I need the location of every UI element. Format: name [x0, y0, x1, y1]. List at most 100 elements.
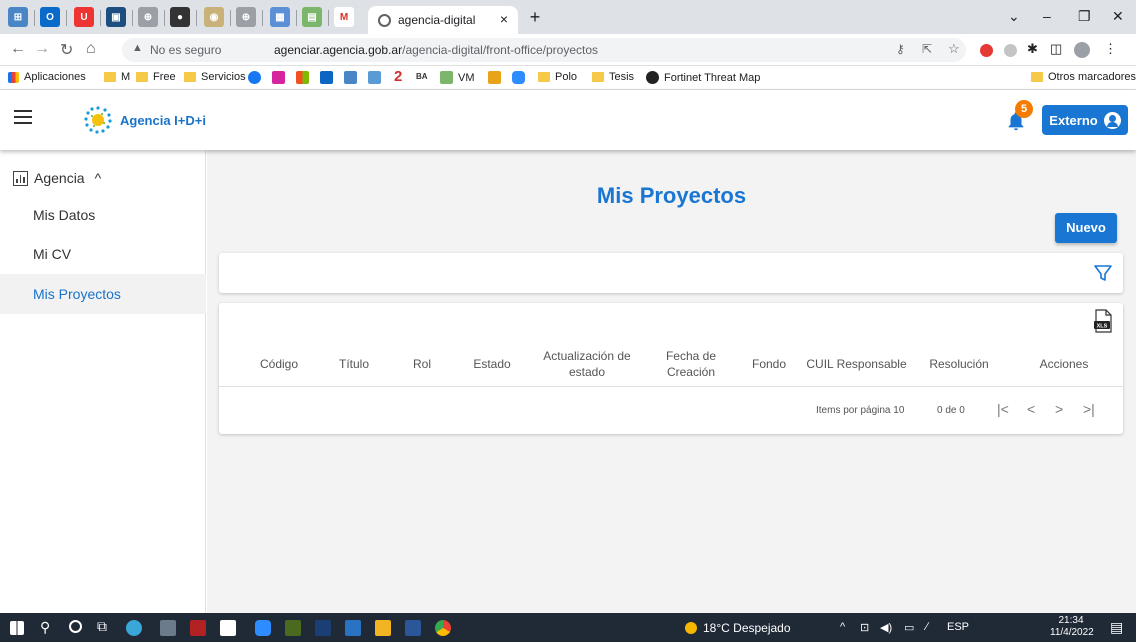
app-icon[interactable] [126, 620, 142, 636]
minimize-icon[interactable]: – [1043, 8, 1051, 24]
adblock-icon[interactable] [980, 44, 993, 57]
notification-center-icon[interactable]: ▤ [1110, 619, 1123, 636]
agencia-logo[interactable] [80, 105, 116, 135]
star-icon[interactable]: ☆ [948, 41, 960, 57]
tray-chevron-icon[interactable]: ^ [840, 621, 845, 633]
close-window-icon[interactable]: ✕ [1112, 8, 1124, 25]
zoom-icon[interactable] [512, 71, 525, 84]
column-header-resolucion[interactable]: Resolución [919, 341, 999, 387]
bookmark-folder[interactable]: Free [136, 71, 176, 83]
calculator-icon[interactable] [160, 620, 176, 636]
word-icon[interactable] [405, 620, 421, 636]
pen-icon[interactable]: ∕ [926, 621, 928, 633]
microsoft-icon[interactable] [296, 71, 309, 84]
column-header-actualizacion[interactable]: Actualización de estado [537, 341, 637, 387]
file-explorer-icon[interactable] [375, 620, 391, 636]
pinned-tab-icon[interactable]: ▦ [270, 7, 290, 27]
bookmark-folder[interactable]: Servicios [184, 71, 246, 83]
column-header-titulo[interactable]: Título [324, 341, 384, 387]
pinned-tab-icon[interactable]: ▤ [302, 7, 322, 27]
sidepanel-icon[interactable]: ◫ [1050, 41, 1062, 57]
security-label[interactable]: No es seguro [150, 43, 221, 57]
task-view-icon[interactable]: ⧉ [97, 618, 107, 635]
filter-icon[interactable] [1093, 263, 1113, 283]
bookmark-icon[interactable]: BA [416, 72, 428, 81]
column-header-fondo[interactable]: Fondo [744, 341, 794, 387]
windows-start-icon[interactable] [10, 621, 24, 635]
first-page-icon[interactable]: |< [997, 401, 1009, 417]
new-project-button[interactable]: Nuevo [1055, 213, 1117, 243]
restore-icon[interactable]: ❐ [1078, 8, 1091, 25]
share-icon[interactable]: ⇱ [922, 42, 932, 56]
key-icon[interactable]: ⚷ [896, 42, 905, 56]
tray-icon[interactable]: ⊡ [860, 621, 869, 634]
bookmark-icon[interactable] [368, 71, 381, 84]
sidebar-item-mis-datos[interactable]: Mis Datos [0, 195, 206, 235]
url-bar[interactable]: ▲ No es seguro agenciar.agencia.gob.ar/a… [122, 38, 966, 62]
app-icon[interactable] [345, 620, 361, 636]
sidebar-item-mi-cv[interactable]: Mi CV [0, 234, 206, 274]
cortana-icon[interactable] [69, 620, 82, 633]
xls-export-icon[interactable]: XLS [1093, 309, 1113, 333]
weather-widget[interactable]: 18°C Despejado [685, 621, 791, 635]
pinned-tab-icon[interactable]: ● [170, 7, 190, 27]
clock[interactable]: 21:34 11/4/2022 [1050, 615, 1094, 639]
pinned-tab-icon[interactable]: O [40, 7, 60, 27]
pinned-tab-icon[interactable]: ⊕ [236, 7, 256, 27]
url-text[interactable]: agenciar.agencia.gob.ar/agencia-digital/… [274, 43, 598, 57]
gmail-icon[interactable]: M [334, 7, 354, 27]
sidebar-item-mis-proyectos[interactable]: Mis Proyectos [0, 274, 206, 314]
language-indicator[interactable]: ESP [947, 621, 969, 633]
network-icon[interactable]: ▭ [904, 621, 914, 634]
user-menu-button[interactable]: Externo [1042, 105, 1128, 135]
bookmark-folder[interactable]: M [104, 71, 130, 83]
bookmark-icon[interactable]: 2 [394, 68, 402, 85]
pinned-tab-icon[interactable]: ⊞ [8, 7, 28, 27]
column-header-estado[interactable]: Estado [462, 341, 522, 387]
column-header-rol[interactable]: Rol [402, 341, 442, 387]
pinned-tab-icon[interactable]: ◉ [204, 7, 224, 27]
hamburger-menu-icon[interactable] [14, 110, 32, 124]
volume-icon[interactable]: ◀) [880, 621, 892, 634]
pinned-tab-icon[interactable]: ⊕ [138, 7, 158, 27]
tab-agencia-digital[interactable]: agencia-digital × [368, 6, 518, 34]
bookmark-vm[interactable]: VM [440, 71, 475, 84]
facebook-icon[interactable] [248, 71, 261, 84]
reload-icon[interactable]: ↻ [60, 40, 73, 60]
bookmark-fortinet[interactable]: Fortinet Threat Map [646, 71, 760, 84]
chevron-up-icon[interactable]: ^ [95, 170, 102, 186]
last-page-icon[interactable]: >| [1083, 401, 1095, 417]
items-per-page-select[interactable]: Items por página 10 [816, 405, 904, 416]
bookmark-folder[interactable]: Tesis [592, 71, 634, 83]
home-icon[interactable]: ⌂ [86, 40, 96, 58]
search-icon[interactable]: ⚲ [40, 619, 50, 636]
back-icon[interactable]: ← [10, 40, 26, 58]
column-header-acciones[interactable]: Acciones [1024, 341, 1104, 387]
new-tab-button[interactable]: + [525, 8, 545, 28]
pinned-tab-icon[interactable]: U [74, 7, 94, 27]
bookmark-apps[interactable]: Aplicaciones [8, 71, 86, 83]
column-header-codigo[interactable]: Código [244, 341, 314, 387]
dreamweaver-icon[interactable] [285, 620, 301, 636]
app-icon[interactable] [220, 620, 236, 636]
bookmark-folder[interactable]: Polo [538, 71, 577, 83]
next-page-icon[interactable]: > [1055, 401, 1063, 417]
column-header-cuil[interactable]: CUIL Responsable [799, 341, 914, 387]
extensions-icon[interactable]: ✱ [1027, 41, 1038, 57]
photoshop-icon[interactable] [315, 620, 331, 636]
close-tab-icon[interactable]: × [500, 11, 508, 27]
kebab-menu-icon[interactable]: ⋮ [1104, 41, 1117, 57]
warning-icon[interactable]: ▲ [132, 42, 143, 54]
tab-search-icon[interactable]: ⌄ [1008, 8, 1020, 25]
instagram-icon[interactable] [272, 71, 285, 84]
bookmark-other[interactable]: Otros marcadores [1031, 71, 1136, 83]
column-header-fecha-creacion[interactable]: Fecha de Creación [656, 341, 726, 387]
bookmark-icon[interactable] [344, 71, 357, 84]
forward-icon[interactable]: → [34, 40, 50, 58]
bookmark-icon[interactable] [320, 71, 333, 84]
chrome-icon[interactable] [435, 620, 451, 636]
google-icon[interactable] [1004, 44, 1017, 57]
bookmark-icon[interactable] [488, 71, 501, 84]
profile-avatar[interactable] [1074, 42, 1090, 58]
previous-page-icon[interactable]: < [1027, 401, 1035, 417]
